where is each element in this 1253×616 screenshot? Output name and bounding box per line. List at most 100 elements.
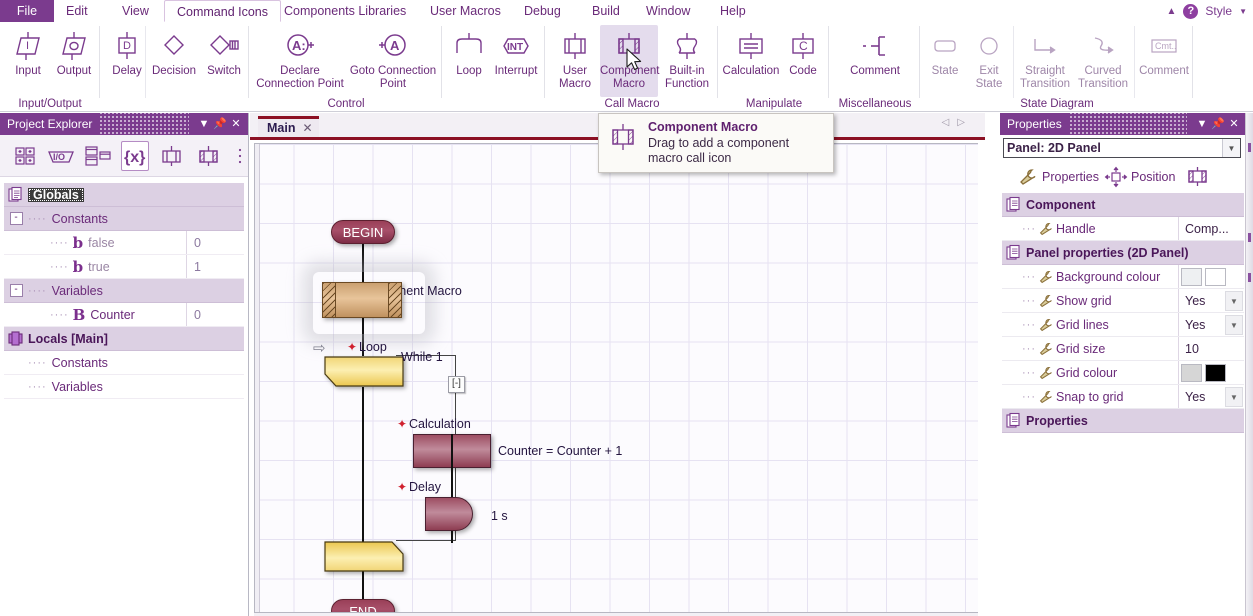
component-macro-icon[interactable] [195,142,223,170]
properties-group-panel-properties[interactable]: Panel properties (2D Panel) [1002,241,1244,265]
chevron-down-icon[interactable]: ▼ [1225,387,1243,407]
window-splitter[interactable] [1245,113,1253,616]
close-icon[interactable]: ✕ [1226,113,1242,135]
dropdown-icon[interactable]: ▼ [1194,113,1210,135]
properties-row-grid-colour[interactable]: ··· Grid colour [1002,361,1244,385]
properties-row-background-colour[interactable]: ··· Background colour [1002,265,1244,289]
pin-icon[interactable]: 📌 [212,113,228,135]
chevron-down-icon[interactable]: ▼ [1222,139,1240,157]
ribbon-button-comment[interactable]: Comment [846,25,904,78]
close-icon[interactable]: ✕ [302,121,312,135]
properties-value-cell[interactable]: Yes ▼ [1178,313,1244,336]
chevron-down-icon[interactable]: ▼ [1225,315,1243,335]
drag-handle-dots[interactable] [1068,113,1187,135]
menu-item-command-icons[interactable]: Command Icons [164,0,282,22]
windows-layout-icon[interactable] [84,142,112,170]
menu-item-window[interactable]: Window [634,0,702,22]
tab-properties[interactable]: Properties [1018,168,1099,186]
style-label[interactable]: Style [1205,4,1232,18]
properties-row-handle[interactable]: ··· Handle Comp... [1002,217,1244,241]
chevron-down-icon[interactable]: ▼ [1225,291,1243,311]
ribbon-button-user-macro[interactable]: User Macro [549,25,601,90]
tree-item-locals-main[interactable]: Locals [Main] [4,327,244,351]
menu-item-user-macros[interactable]: User Macros [418,0,513,22]
tree-item-locals-variables[interactable]: ···· Variables [4,375,244,399]
ribbon-button-exit-state[interactable]: Exit State [967,25,1011,90]
breakpoint-star-icon[interactable]: ✦ [397,418,407,430]
ribbon-button-code[interactable]: C Code [781,25,825,78]
document-tab-main[interactable]: Main ✕ [258,116,319,137]
flow-node-loop-end[interactable] [324,540,404,572]
properties-value-cell[interactable]: Comp... [1178,217,1244,240]
tree-item-globals-variables[interactable]: - ···· Variables [4,279,244,303]
tree-item-false[interactable]: ···· b false 0 [4,231,244,255]
flow-node-end[interactable]: END [331,599,395,612]
properties-group-component[interactable]: Component [1002,193,1244,217]
close-icon[interactable]: ✕ [228,113,244,135]
properties-value-cell[interactable]: Yes ▼ [1178,385,1244,408]
overflow-dots-icon[interactable] [232,142,248,170]
tab-next-button[interactable]: ▷ [957,117,965,128]
properties-value-cell[interactable] [1178,361,1244,384]
properties-value-cell[interactable]: 10 [1178,337,1244,360]
properties-row-snap-to-grid[interactable]: ··· Snap to grid Yes ▼ [1002,385,1244,409]
flowchart-canvas[interactable]: BEGIN ✦ Component Macro ⇨ ✦ Loop [254,143,978,613]
ribbon-button-state-comment[interactable]: Cmt.. Comment [1137,25,1191,78]
properties-value-cell[interactable] [1178,265,1244,288]
expander-icon[interactable]: - [9,212,23,225]
tree-item-true[interactable]: ···· b true 1 [4,255,244,279]
flow-node-component-macro[interactable] [322,282,402,318]
ribbon-button-declare-connection-point[interactable]: A: Declare Connection Point [254,25,346,90]
properties-row-grid-size[interactable]: ··· Grid size 10 [1002,337,1244,361]
ribbon-button-state[interactable]: State [923,25,967,78]
menu-item-view[interactable]: View [110,0,161,22]
colour-swatch-secondary[interactable] [1205,363,1226,382]
chevron-down-icon[interactable]: ▼ [1239,7,1247,16]
macro-icon[interactable] [158,142,186,170]
breakpoint-star-icon[interactable]: ✦ [347,341,357,353]
breakpoint-star-icon[interactable]: ✦ [397,481,407,493]
menu-item-debug[interactable]: Debug [512,0,573,22]
menu-item-build[interactable]: Build [580,0,632,22]
tab-prev-button[interactable]: ◁ [942,117,950,128]
ribbon-button-curved-transition[interactable]: Curved Transition [1074,25,1132,90]
menu-item-help[interactable]: Help [708,0,758,22]
properties-target-selector[interactable]: Panel: 2D Panel ▼ [1003,138,1241,158]
help-circle-icon[interactable]: ? [1183,3,1199,19]
drag-handle-dots[interactable] [99,113,189,135]
variables-braces-icon[interactable]: {x} [121,140,149,171]
colour-swatch-primary[interactable] [1181,267,1202,286]
menu-item-file[interactable]: File [0,0,54,22]
flow-node-loop-start[interactable] [324,356,404,388]
colour-swatch-secondary[interactable] [1205,267,1226,286]
tree-item-counter[interactable]: ···· B Counter 0 [4,303,244,327]
menu-item-components-libraries[interactable]: Components Libraries [272,0,418,22]
ribbon-button-output[interactable]: Output [48,25,100,78]
ribbon-button-interrupt[interactable]: INT Interrupt [490,25,542,78]
tree-item-globals[interactable]: Globals [4,183,244,207]
tree-item-locals-constants[interactable]: ···· Constants [4,351,244,375]
io-icon[interactable]: I/O [47,142,75,170]
flow-node-begin[interactable]: BEGIN [331,220,395,244]
tab-position[interactable]: Position [1104,166,1175,188]
properties-row-show-grid[interactable]: ··· Show grid Yes ▼ [1002,289,1244,313]
ribbon-button-input[interactable]: I Input [2,25,54,78]
properties-row-grid-lines[interactable]: ··· Grid lines Yes ▼ [1002,313,1244,337]
chevron-up-icon[interactable]: ▲ [1166,6,1176,17]
collapse-marker[interactable]: [-] [448,376,465,393]
tab-component-macro[interactable] [1185,166,1211,188]
ribbon-button-built-in-function[interactable]: Built-in Function [660,25,714,90]
properties-group-properties[interactable]: Properties [1002,409,1244,433]
dropdown-icon[interactable]: ▼ [196,113,212,135]
ribbon-button-straight-transition[interactable]: Straight Transition [1016,25,1074,90]
tree-item-globals-constants[interactable]: - ···· Constants [4,207,244,231]
properties-value-cell[interactable]: Yes ▼ [1178,289,1244,312]
ribbon-button-decision[interactable]: Decision [148,25,200,78]
menu-item-edit[interactable]: Edit [54,0,100,22]
ribbon-button-loop[interactable]: Loop [443,25,495,78]
panels-grid-icon[interactable] [14,142,38,170]
colour-swatch-primary[interactable] [1181,363,1202,382]
ribbon-button-calculation[interactable]: Calculation [722,25,780,78]
flow-node-delay[interactable] [425,497,473,531]
expander-icon[interactable]: - [9,284,23,297]
